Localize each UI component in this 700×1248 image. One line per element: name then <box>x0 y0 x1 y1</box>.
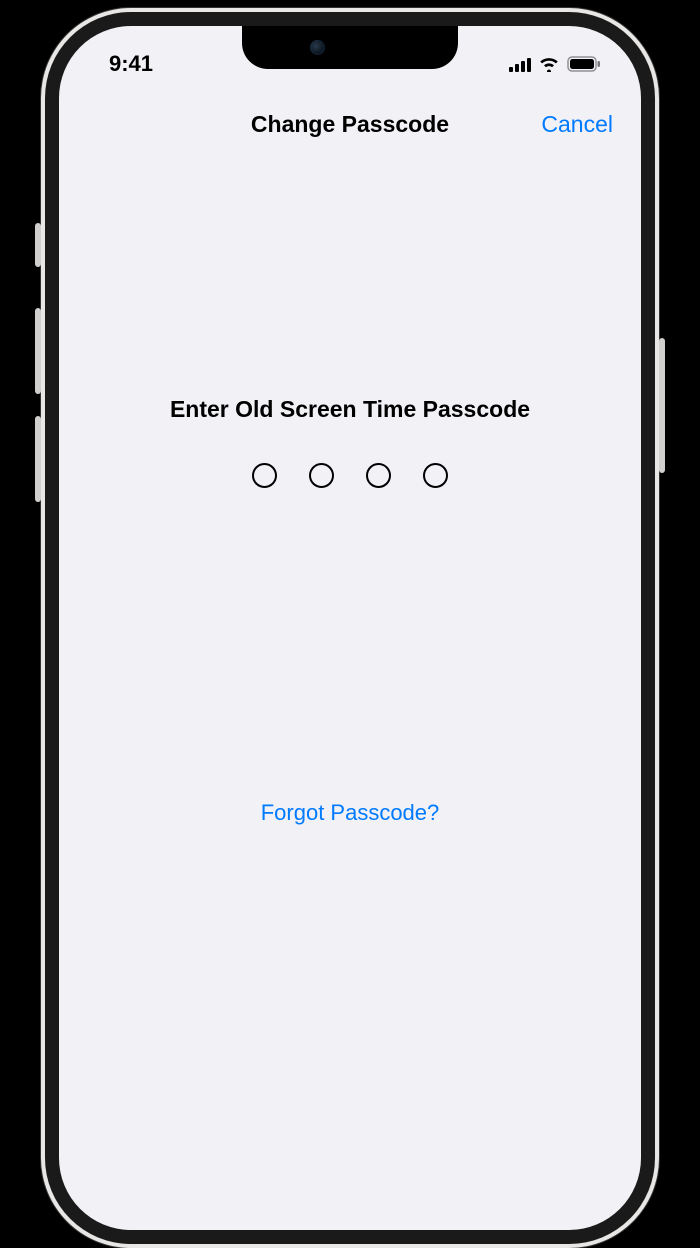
passcode-prompt: Enter Old Screen Time Passcode <box>170 396 530 423</box>
status-icons <box>509 56 601 72</box>
passcode-entry: Enter Old Screen Time Passcode <box>59 154 641 488</box>
passcode-dot <box>252 463 277 488</box>
forgot-passcode-link[interactable]: Forgot Passcode? <box>59 800 641 836</box>
notch <box>242 26 458 69</box>
passcode-dot <box>423 463 448 488</box>
wifi-icon <box>538 56 560 72</box>
volume-up-button <box>35 308 41 394</box>
passcode-dot <box>366 463 391 488</box>
silent-switch <box>35 223 41 267</box>
phone-frame: 9:41 <box>41 8 659 1248</box>
passcode-dot <box>309 463 334 488</box>
nav-title: Change Passcode <box>251 111 449 138</box>
power-button <box>659 338 665 473</box>
cancel-button[interactable]: Cancel <box>541 111 613 138</box>
cellular-icon <box>509 57 531 72</box>
volume-down-button <box>35 416 41 502</box>
front-camera <box>310 40 325 55</box>
battery-icon <box>567 56 601 72</box>
status-time: 9:41 <box>109 51 153 77</box>
passcode-dots[interactable] <box>252 463 448 488</box>
phone-bezel: 9:41 <box>45 12 655 1244</box>
screen: 9:41 <box>59 26 641 1230</box>
nav-bar: Change Passcode Cancel <box>59 94 641 154</box>
